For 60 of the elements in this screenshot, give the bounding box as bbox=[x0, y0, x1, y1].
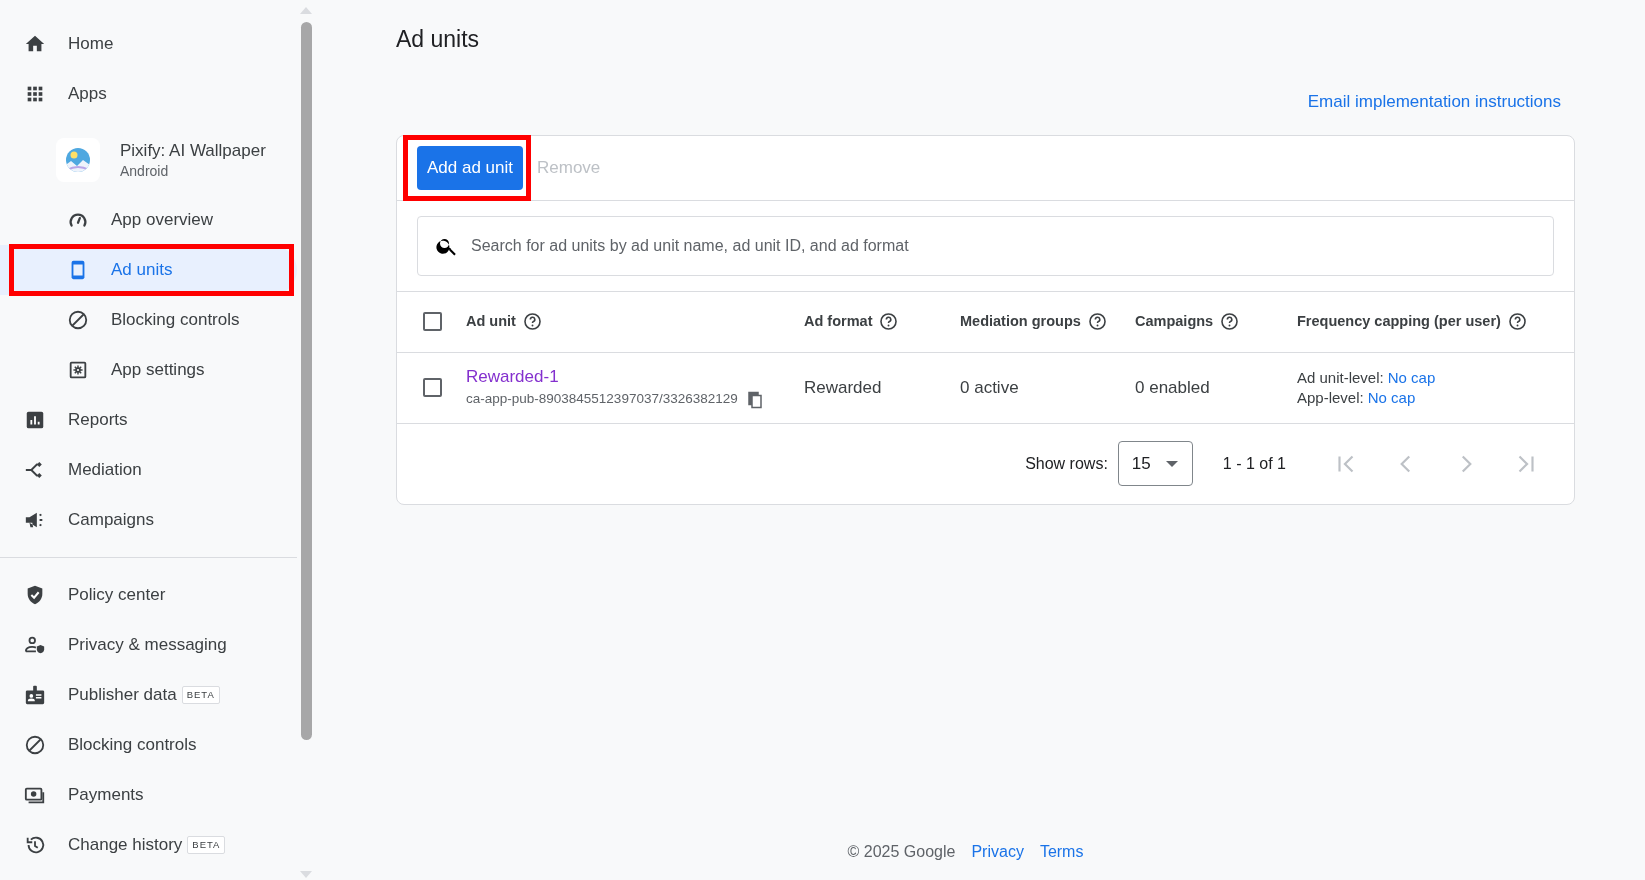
ad-unit-id: ca-app-pub-8903845512397037/3326382129 bbox=[466, 390, 738, 409]
column-header: Frequency capping (per user) bbox=[1297, 311, 1501, 331]
block-icon bbox=[24, 734, 46, 756]
history-icon bbox=[24, 834, 46, 856]
beta-badge: BETA bbox=[181, 685, 220, 705]
copyright-text: © 2025 Google bbox=[847, 842, 956, 862]
nav-item[interactable]: Home bbox=[0, 19, 297, 69]
nav-item[interactable]: Publisher data BETA bbox=[0, 670, 297, 720]
search-field[interactable]: Search for ad units by ad unit name, ad unit ID, and ad format bbox=[417, 215, 1554, 276]
help-icon[interactable] bbox=[1087, 312, 1107, 331]
nav-item[interactable]: Blocking controls bbox=[0, 295, 297, 345]
nav-item[interactable]: Policy center bbox=[0, 570, 297, 620]
ad-unit-link[interactable]: Rewarded-1 bbox=[466, 365, 559, 390]
settings-icon bbox=[67, 359, 89, 381]
help-icon[interactable] bbox=[1220, 312, 1240, 331]
capping-link[interactable]: No cap bbox=[1367, 387, 1416, 408]
add-ad-unit-button[interactable]: Add ad unit bbox=[417, 145, 523, 190]
nav-item[interactable]: Apps bbox=[0, 69, 297, 119]
capping-label: Ad unit-level: bbox=[1297, 367, 1384, 388]
checkbox[interactable] bbox=[423, 378, 442, 397]
scrollbar-thumb[interactable] bbox=[301, 22, 312, 740]
block-icon bbox=[67, 309, 89, 331]
help-icon[interactable] bbox=[879, 312, 899, 331]
table-cell: 0 active bbox=[960, 377, 1019, 397]
app-platform: Android bbox=[120, 162, 170, 180]
nav-item[interactable]: Payments bbox=[0, 770, 297, 820]
footer-link[interactable]: Terms bbox=[1039, 840, 1084, 864]
show-rows-label: Show rows: bbox=[1025, 453, 1108, 474]
column-header: Mediation groups bbox=[960, 311, 1081, 331]
table-cell: 0 enabled bbox=[1135, 377, 1210, 397]
email-link[interactable]: Email implementation instructions bbox=[1307, 89, 1561, 115]
rows-dropdown[interactable]: 15 bbox=[1117, 441, 1193, 486]
caret-icon bbox=[1164, 459, 1179, 468]
nav-item[interactable]: Reports bbox=[0, 395, 297, 445]
nav-item[interactable]: Privacy & messaging bbox=[0, 620, 297, 670]
capping-label: App-level: bbox=[1297, 387, 1364, 408]
nav-item[interactable]: Blocking controls bbox=[0, 720, 297, 770]
nav-item[interactable]: Change history BETA bbox=[0, 820, 297, 870]
person-shield-icon bbox=[24, 634, 46, 656]
bar-chart-icon bbox=[24, 409, 46, 431]
checkbox[interactable] bbox=[423, 312, 442, 331]
nav-item[interactable]: App settings bbox=[0, 345, 297, 395]
column-header: Ad format bbox=[804, 311, 873, 331]
app-entry[interactable]: Pixify: AI Wallpaper Android bbox=[0, 129, 297, 191]
help-icon[interactable] bbox=[522, 312, 542, 331]
column-header: Campaigns bbox=[1135, 311, 1214, 331]
help-icon[interactable] bbox=[1507, 312, 1527, 331]
id-badge-icon bbox=[24, 684, 46, 706]
table-cell: Rewarded bbox=[804, 377, 882, 397]
nav-item[interactable]: App overview bbox=[0, 195, 297, 245]
app-name: Pixify: AI Wallpaper bbox=[120, 140, 266, 162]
nav-item[interactable]: Campaigns bbox=[0, 495, 297, 545]
footer-link[interactable]: Privacy bbox=[971, 840, 1024, 864]
beta-badge: BETA bbox=[187, 835, 226, 855]
page-title: Ad units bbox=[396, 25, 480, 54]
page-range: 1 - 1 of 1 bbox=[1222, 453, 1286, 474]
nav-item[interactable]: Mediation bbox=[0, 445, 297, 495]
capping-link[interactable]: No cap bbox=[1387, 367, 1436, 388]
column-header: Ad unit bbox=[466, 311, 516, 331]
copy-icon[interactable] bbox=[745, 390, 764, 409]
